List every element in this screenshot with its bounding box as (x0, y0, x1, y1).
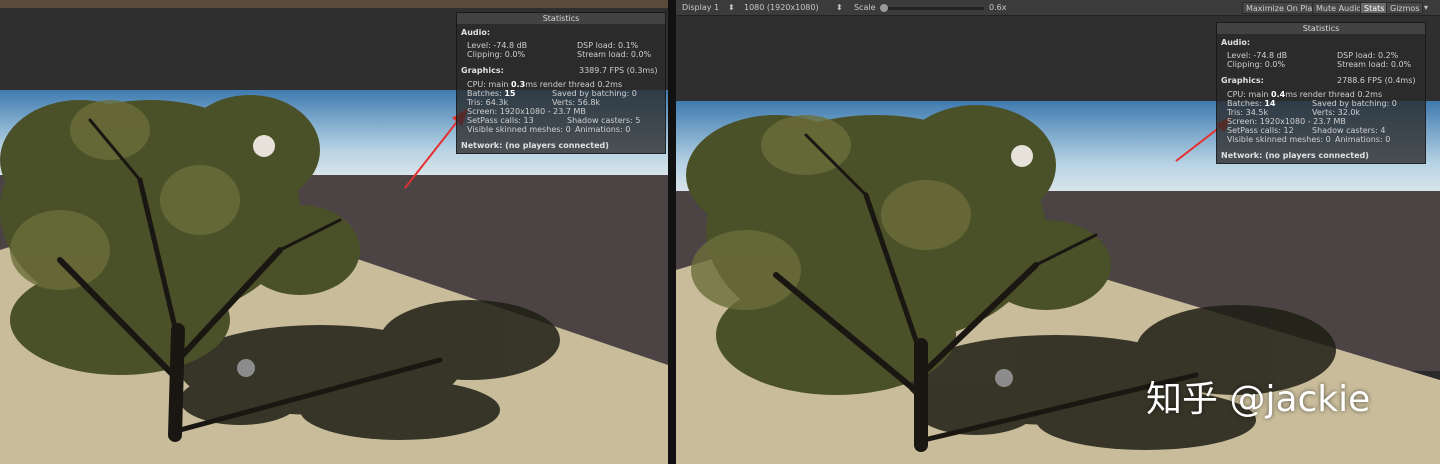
right-statistics-overlay: Statistics Audio: Level: -74.8 dB DSP lo… (1216, 22, 1426, 164)
right-stats-title: Statistics (1217, 23, 1425, 34)
view-divider (668, 0, 676, 464)
left-verts: Verts: 56.8k (552, 98, 601, 107)
right-batches-prefix: Batches: (1227, 99, 1262, 108)
right-skinned-meshes: Visible skinned meshes: 0 (1227, 135, 1331, 144)
left-batches-line: Batches: 15 (467, 89, 515, 98)
left-batches-value: 15 (504, 89, 516, 98)
left-skinned-meshes: Visible skinned meshes: 0 (467, 125, 571, 134)
left-clipping: Clipping: 0.0% (467, 50, 526, 59)
gizmos-button[interactable]: Gizmos (1386, 2, 1424, 14)
right-shadow-casters: Shadow casters: 4 (1312, 126, 1386, 135)
stats-button[interactable]: Stats (1360, 2, 1389, 14)
right-audio-level: Level: -74.8 dB (1227, 51, 1288, 60)
left-stream-load: Stream load: 0.0% (577, 50, 652, 59)
right-audio-header: Audio: (1221, 38, 1251, 47)
right-animations: Animations: 0 (1335, 135, 1391, 144)
left-dsp-load: DSP load: 0.1% (577, 41, 639, 50)
right-verts: Verts: 32.0k (1312, 108, 1361, 117)
right-fps: 2788.6 FPS (0.4ms) (1337, 76, 1416, 85)
right-stream-load: Stream load: 0.0% (1337, 60, 1412, 69)
right-tris: Tris: 34.5k (1227, 108, 1269, 117)
right-network: Network: (no players connected) (1221, 151, 1369, 160)
left-cpu-line: CPU: main 0.3ms render thread 0.2ms (467, 80, 622, 89)
right-saved-batching: Saved by batching: 0 (1312, 99, 1397, 108)
right-cpu-suffix: ms render thread 0.2ms (1285, 90, 1383, 99)
left-cpu-main: 0.3 (511, 80, 526, 89)
chevron-down-icon: ⬍ (728, 3, 735, 12)
display-dropdown[interactable]: Display 1 (682, 2, 719, 14)
resolution-dropdown[interactable]: 1080 (1920x1080) (744, 2, 819, 14)
left-batches-prefix: Batches: (467, 89, 502, 98)
scale-slider-track[interactable] (884, 7, 984, 10)
left-animations: Animations: 0 (575, 125, 631, 134)
left-statistics-overlay: Statistics Audio: Level: -74.8 dB DSP lo… (456, 12, 666, 154)
right-cpu-main: 0.4 (1271, 90, 1286, 99)
left-stats-title: Statistics (457, 13, 665, 24)
game-view-toolbar: Display 1 ⬍ 1080 (1920x1080) ⬍ Scale 0.6… (676, 0, 1440, 16)
left-cpu-prefix: CPU: main (467, 80, 509, 89)
left-cpu-suffix: ms render thread 0.2ms (525, 80, 623, 89)
left-screen: Screen: 1920x1080 - 23.7 MB (467, 107, 586, 116)
watermark-text: 知乎 @jackie (1146, 379, 1371, 420)
left-saved-batching: Saved by batching: 0 (552, 89, 637, 98)
scale-value: 0.6x (989, 3, 1007, 12)
left-setpass: SetPass calls: 13 (467, 116, 534, 125)
scale-slider-thumb[interactable] (880, 4, 888, 12)
right-cpu-line: CPU: main 0.4ms render thread 0.2ms (1227, 90, 1382, 99)
right-screen: Screen: 1920x1080 - 23.7 MB (1227, 117, 1346, 126)
scale-label: Scale (854, 3, 876, 12)
right-clipping: Clipping: 0.0% (1227, 60, 1286, 69)
maximize-on-play-button[interactable]: Maximize On Play (1242, 2, 1322, 14)
left-game-view: Statistics Audio: Level: -74.8 dB DSP lo… (0, 0, 668, 464)
right-batches-line: Batches: 14 (1227, 99, 1275, 108)
right-cpu-prefix: CPU: main (1227, 90, 1269, 99)
right-dsp-load: DSP load: 0.2% (1337, 51, 1399, 60)
mute-audio-button[interactable]: Mute Audio (1312, 2, 1366, 14)
chevron-down-icon: ⬍ (836, 3, 843, 12)
left-graphics-header: Graphics: (461, 66, 504, 75)
left-audio-header: Audio: (461, 28, 491, 37)
right-batches-value: 14 (1264, 99, 1276, 108)
right-graphics-header: Graphics: (1221, 76, 1264, 85)
left-network: Network: (no players connected) (461, 141, 609, 150)
gizmos-dropdown-icon[interactable]: ▾ (1424, 2, 1428, 14)
right-setpass: SetPass calls: 12 (1227, 126, 1294, 135)
left-shadow-casters: Shadow casters: 5 (567, 116, 641, 125)
left-fps: 3389.7 FPS (0.3ms) (579, 66, 658, 75)
left-tris: Tris: 64.3k (467, 98, 509, 107)
left-audio-level: Level: -74.8 dB (467, 41, 528, 50)
